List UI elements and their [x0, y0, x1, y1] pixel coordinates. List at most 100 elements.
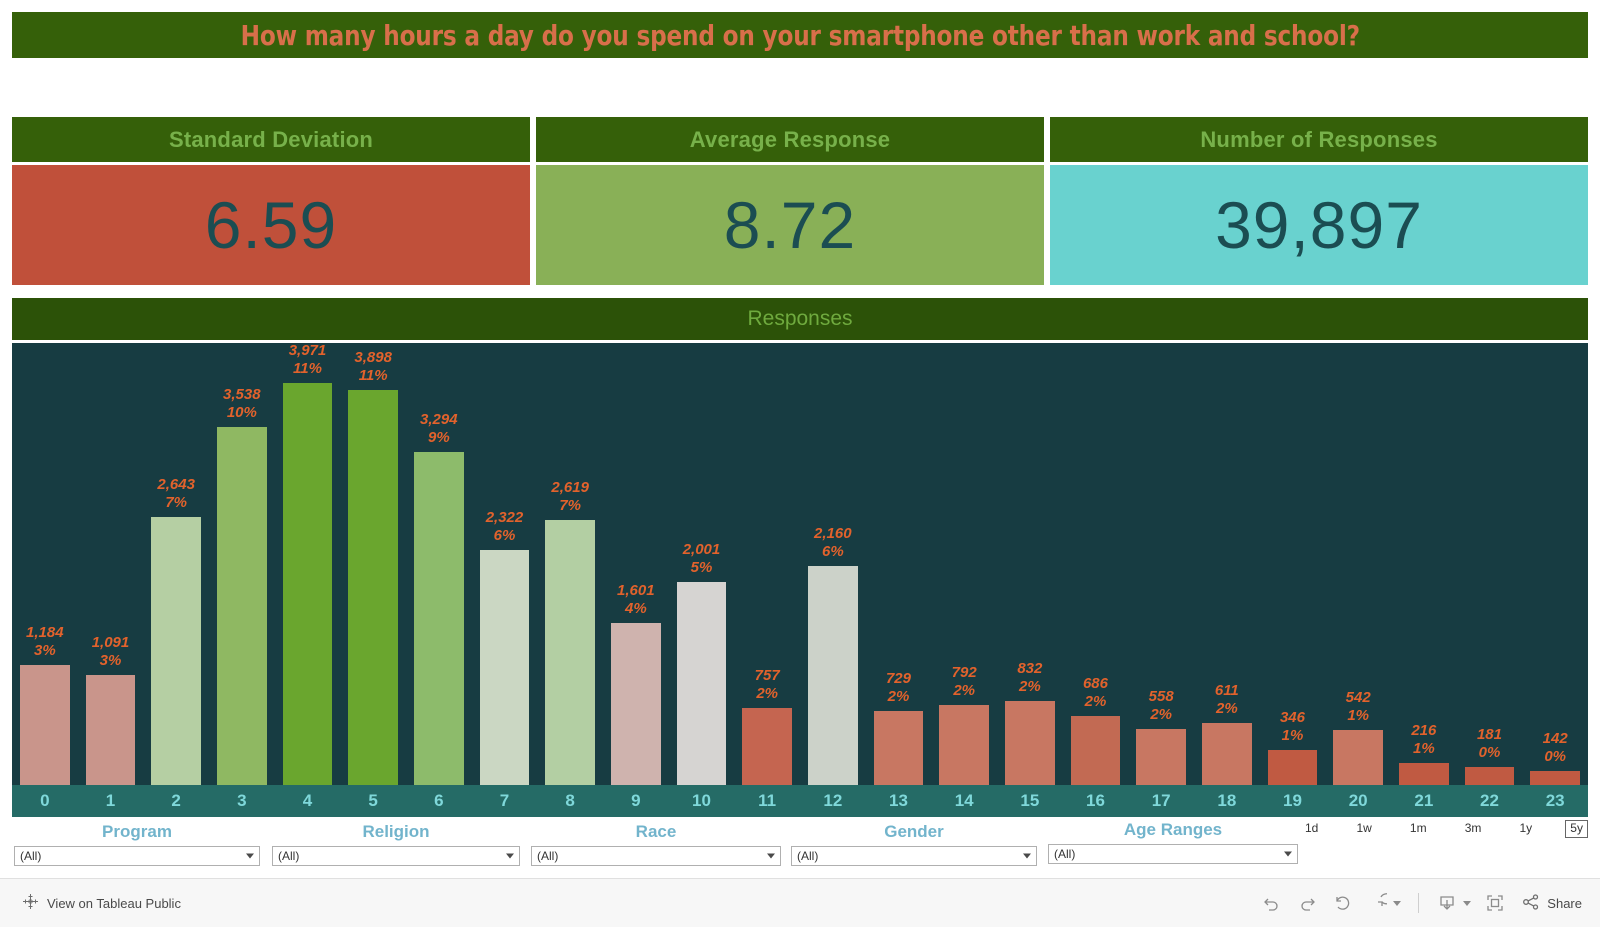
bar[interactable] [19, 665, 70, 785]
kpi-body: 8.72 [536, 165, 1044, 285]
bar-percent: 2% [887, 688, 910, 706]
axis-tick-label: 15 [1020, 791, 1040, 810]
bar-slot: 729 2% [866, 343, 932, 785]
bar-percent: 1% [1281, 727, 1304, 745]
chevron-down-icon [246, 853, 254, 859]
bar-count: 3,538 [223, 385, 261, 403]
view-on-tableau-public-link[interactable]: View on Tableau Public [22, 893, 181, 913]
bar-count: 2,160 [814, 524, 852, 542]
bar-value-label: 558 2% [1128, 688, 1194, 726]
bar[interactable] [348, 390, 399, 785]
bar-count: 832 [1017, 659, 1043, 677]
filter-value: (All) [797, 849, 819, 863]
revert-icon[interactable] [1327, 889, 1357, 917]
bar-value-label: 2,001 5% [669, 541, 735, 579]
bar[interactable] [1070, 716, 1121, 785]
bar-value-label: 757 2% [734, 667, 800, 705]
redo-icon[interactable] [1292, 889, 1322, 917]
share-button[interactable]: Share [1521, 892, 1582, 915]
bar-slot: 2,643 7% [143, 343, 209, 785]
bar-value-label: 1,184 3% [12, 624, 78, 662]
filter-dropdown-gender[interactable]: (All) [791, 846, 1037, 866]
bar[interactable] [1530, 771, 1581, 785]
bar-slot: 558 2% [1128, 343, 1194, 785]
bar[interactable] [742, 708, 793, 785]
time-range-option-1y[interactable]: 1y [1514, 820, 1537, 837]
chevron-down-icon [767, 853, 775, 859]
axis-tick-label: 3 [237, 791, 247, 810]
filter-dropdown-age-ranges[interactable]: (All) [1048, 844, 1298, 864]
axis-tick-label: 16 [1086, 791, 1105, 810]
time-range-option-1m[interactable]: 1m [1405, 820, 1432, 837]
bar-value-label: 1,601 4% [603, 582, 669, 620]
axis-tick-label: 18 [1217, 791, 1237, 810]
bar[interactable] [216, 427, 267, 785]
bar[interactable] [282, 383, 333, 785]
filter-dropdown-race[interactable]: (All) [531, 846, 781, 866]
bar[interactable] [1004, 701, 1055, 785]
kpi-value: 8.72 [723, 188, 857, 262]
filter-label: Religion [362, 822, 430, 841]
time-range-option-3m[interactable]: 3m [1460, 820, 1487, 837]
bar-percent: 2% [1150, 706, 1172, 724]
bar[interactable] [873, 711, 924, 785]
bar[interactable] [151, 517, 202, 785]
chevron-down-icon [1284, 851, 1292, 857]
bar[interactable] [610, 623, 661, 785]
filter-dropdown-program[interactable]: (All) [14, 846, 260, 866]
time-range-option-1d[interactable]: 1d [1300, 820, 1323, 837]
bar-slot: 792 2% [931, 343, 997, 785]
bar-percent: 0% [1544, 748, 1566, 766]
axis-tick-label: 2 [171, 791, 181, 810]
axis-tick-label: 17 [1151, 791, 1171, 810]
chevron-down-icon [1023, 853, 1031, 859]
time-range-option-1w[interactable]: 1w [1351, 820, 1376, 837]
bar[interactable] [807, 566, 858, 785]
bar-percent: 7% [165, 494, 187, 512]
bar-percent: 7% [559, 497, 581, 515]
bar[interactable] [1201, 723, 1252, 785]
bar-slot: 3,538 10% [209, 343, 275, 785]
bar-slot: 1,184 3% [12, 343, 78, 785]
chevron-down-icon [506, 853, 514, 859]
fullscreen-icon[interactable] [1480, 889, 1510, 917]
bar[interactable] [413, 452, 464, 785]
bar[interactable] [1398, 763, 1449, 785]
bar-slot: 142 0% [1522, 343, 1588, 785]
bar[interactable] [1464, 767, 1515, 785]
refresh-icon[interactable] [1362, 889, 1392, 917]
bar-count: 542 [1345, 688, 1371, 706]
kpi-card-number-of-responses: Number of Responses 39,897 [1050, 117, 1588, 285]
bar[interactable] [1136, 729, 1187, 785]
bar-count: 611 [1214, 681, 1239, 699]
bar[interactable] [545, 520, 596, 785]
bar-percent: 1% [1347, 707, 1369, 725]
undo-icon[interactable] [1257, 889, 1287, 917]
kpi-body: 6.59 [12, 165, 530, 285]
bar-slot: 216 1% [1391, 343, 1457, 785]
bar-value-label: 3,294 9% [406, 411, 472, 449]
axis-tick-label: 5 [368, 791, 378, 810]
filter-label: Age Ranges [1123, 820, 1223, 839]
kpi-value: 6.59 [204, 188, 338, 262]
bar-slot: 3,971 11% [275, 342, 341, 785]
filter-dropdown-religion[interactable]: (All) [272, 846, 520, 866]
filter-gender: Gender (All) [791, 822, 1037, 866]
time-range-option-5y[interactable]: 5y [1565, 820, 1588, 838]
download-dropdown-caret-icon[interactable] [1463, 900, 1472, 906]
bar[interactable] [1267, 750, 1318, 785]
bar-value-label: 2,160 6% [800, 525, 866, 563]
download-icon[interactable] [1432, 889, 1462, 917]
bar-count: 181 [1476, 725, 1502, 743]
bar-percent: 3% [33, 642, 56, 660]
bar[interactable] [479, 550, 530, 785]
bar[interactable] [676, 582, 727, 785]
kpi-value: 39,897 [1215, 188, 1423, 262]
refresh-dropdown-caret-icon[interactable] [1393, 900, 1402, 906]
bar-percent: 2% [1018, 678, 1041, 696]
axis-tick-label: 14 [954, 791, 974, 810]
bar[interactable] [939, 705, 990, 785]
bar[interactable] [1333, 730, 1384, 785]
bar[interactable] [85, 675, 136, 785]
bar-value-label: 3,898 11% [340, 349, 406, 387]
